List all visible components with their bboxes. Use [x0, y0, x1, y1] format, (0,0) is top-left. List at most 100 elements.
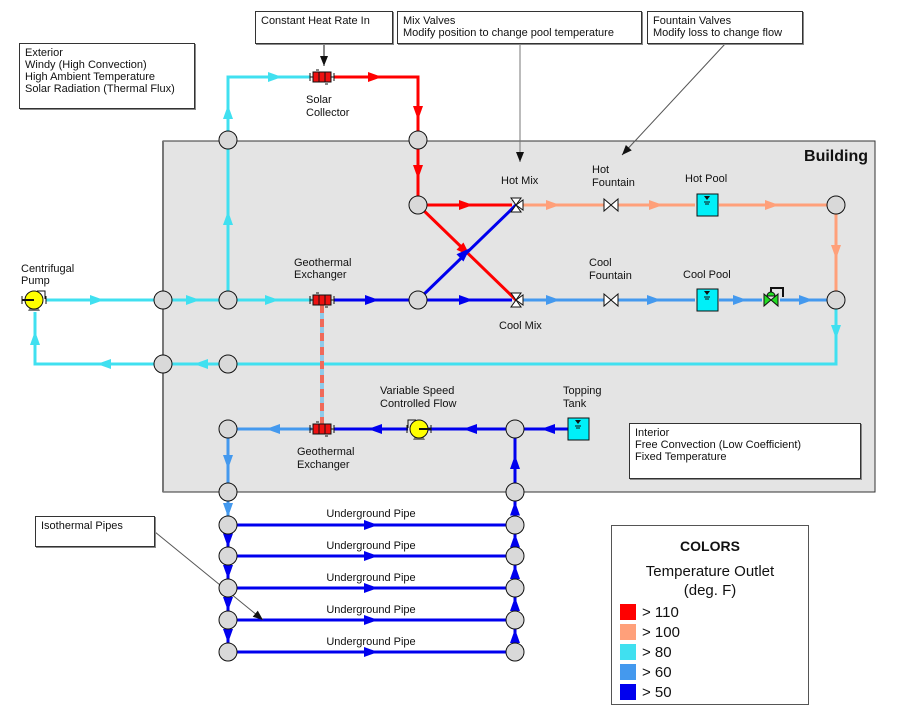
flow-arrow-icon	[364, 551, 378, 561]
cool-pool-tank-icon[interactable]	[696, 288, 719, 312]
junction-node[interactable]	[505, 419, 525, 439]
underground-pipe-label: Underground Pipe	[326, 540, 415, 552]
centrifugal-pump-label: Centrifugal Pump	[21, 263, 74, 287]
note-line: Modify loss to change flow	[653, 27, 783, 39]
hot-mix-label: Hot Mix	[501, 175, 539, 187]
valve-actuator	[766, 291, 776, 297]
note-line: Exterior	[25, 47, 63, 59]
underground-pipe[interactable]	[228, 583, 515, 593]
junction-node[interactable]	[218, 610, 238, 630]
junction-node[interactable]	[826, 290, 846, 310]
underground-pipe-label: Underground Pipe	[326, 572, 415, 584]
flow-arrow-icon	[364, 615, 378, 625]
legend-subtitle: Temperature Outlet (deg. F)	[612, 562, 808, 600]
junction-node[interactable]	[218, 515, 238, 535]
solar-collector-icon[interactable]	[309, 69, 335, 85]
underground-pipe[interactable]	[228, 647, 515, 657]
junction-node[interactable]	[218, 419, 238, 439]
underground-pipe[interactable]	[228, 520, 515, 530]
note-constant-heat-rate[interactable]: Constant Heat Rate In	[255, 11, 393, 44]
underground-pipe-label: Underground Pipe	[326, 636, 415, 648]
cool-mix-label: Cool Mix	[499, 320, 542, 332]
note-line: Interior	[635, 427, 670, 439]
pipe-line[interactable]	[226, 75, 310, 140]
flow-arrow-icon	[364, 647, 378, 657]
legend-label: > 110	[642, 603, 679, 621]
junction-node[interactable]	[408, 195, 428, 215]
junction-node[interactable]	[153, 354, 173, 374]
note-exterior[interactable]: Exterior Windy (High Convection) High Am…	[19, 43, 195, 109]
geothermal-exchanger-icon[interactable]	[309, 421, 335, 437]
pipe-line[interactable]	[33, 312, 163, 366]
junction-node[interactable]	[218, 578, 238, 598]
note-line: Modify position to change pool temperatu…	[403, 27, 614, 39]
flow-arrow-icon	[364, 583, 378, 593]
note-line: Fountain Valves	[653, 15, 732, 27]
legend-item: > 80	[620, 642, 808, 662]
pipe-to-solar-collector[interactable]	[223, 72, 310, 140]
building-left-wall	[162, 141, 164, 492]
exchanger-body	[312, 294, 332, 306]
note-line: Constant Heat Rate In	[261, 15, 370, 27]
note-mix-valves[interactable]: Mix Valves Modify position to change poo…	[397, 11, 642, 44]
pipe-return-to-pump[interactable]	[30, 312, 163, 369]
note-line: Windy (High Convection)	[25, 59, 147, 71]
color-legend: COLORS Temperature Outlet (deg. F) > 110…	[611, 525, 809, 705]
note-line: Isothermal Pipes	[41, 520, 123, 532]
junction-node[interactable]	[218, 354, 238, 374]
note-interior[interactable]: Interior Free Convection (Low Coefficien…	[629, 423, 861, 479]
flow-arrow-icon	[413, 106, 423, 120]
junction-node[interactable]	[408, 290, 428, 310]
flow-arrow-icon	[223, 629, 233, 643]
leader-line	[621, 43, 726, 156]
flow-arrow-icon	[97, 359, 111, 369]
underground-pipe[interactable]	[228, 615, 515, 625]
underground-pipe-label: Underground Pipe	[326, 604, 415, 616]
junction-node[interactable]	[218, 642, 238, 662]
flow-arrow-icon	[223, 597, 233, 611]
junction-node[interactable]	[505, 546, 525, 566]
pipe-pump-discharge[interactable]	[46, 295, 163, 305]
junction-node[interactable]	[218, 290, 238, 310]
topping-tank-icon[interactable]	[567, 417, 590, 441]
junction-node[interactable]	[826, 195, 846, 215]
svg-text:Exchanger: Exchanger	[297, 459, 350, 471]
underground-pipe[interactable]	[228, 551, 515, 561]
junction-node[interactable]	[505, 578, 525, 598]
leader-isothermal-pipes	[154, 531, 264, 621]
note-line: Mix Valves	[403, 15, 456, 27]
junction-node[interactable]	[505, 515, 525, 535]
legend-label: > 60	[642, 663, 672, 681]
junction-node[interactable]	[505, 642, 525, 662]
cool-pool-label: Cool Pool	[683, 269, 731, 281]
svg-text:Geothermal: Geothermal	[297, 446, 354, 458]
flow-arrow-icon	[364, 520, 378, 530]
pipe-solar-to-building[interactable]	[334, 72, 423, 140]
junction-node[interactable]	[218, 546, 238, 566]
note-isothermal-pipes[interactable]: Isothermal Pipes	[35, 516, 155, 547]
junction-node[interactable]	[408, 130, 428, 150]
svg-text:Hot: Hot	[592, 164, 609, 176]
svg-text:Collector: Collector	[306, 107, 350, 119]
junction-node[interactable]	[218, 130, 238, 150]
note-line: Free Convection (Low Coefficient)	[635, 439, 802, 451]
svg-text:Tank: Tank	[563, 398, 587, 410]
flow-arrow-icon	[368, 72, 382, 82]
flow-arrow-icon	[223, 105, 233, 119]
variable-speed-pump-label: Variable Speed Controlled Flow	[380, 385, 456, 410]
note-fountain-valves[interactable]: Fountain Valves Modify loss to change fl…	[647, 11, 803, 44]
junction-node[interactable]	[505, 482, 525, 502]
flow-arrow-icon	[30, 331, 40, 345]
exchanger-body	[312, 423, 332, 435]
svg-text:Topping: Topping	[563, 385, 602, 397]
legend-swatch	[620, 624, 636, 640]
svg-text:Exchanger: Exchanger	[294, 269, 347, 281]
centrifugal-pump-icon[interactable]	[21, 290, 47, 311]
geothermal-exchanger-icon[interactable]	[309, 292, 335, 308]
junction-node[interactable]	[505, 610, 525, 630]
hot-pool-tank-icon[interactable]	[696, 193, 719, 217]
junction-node[interactable]	[153, 290, 173, 310]
junction-node[interactable]	[218, 482, 238, 502]
flow-arrow-icon	[510, 565, 520, 579]
underground-pipe-label: Underground Pipe	[326, 508, 415, 520]
